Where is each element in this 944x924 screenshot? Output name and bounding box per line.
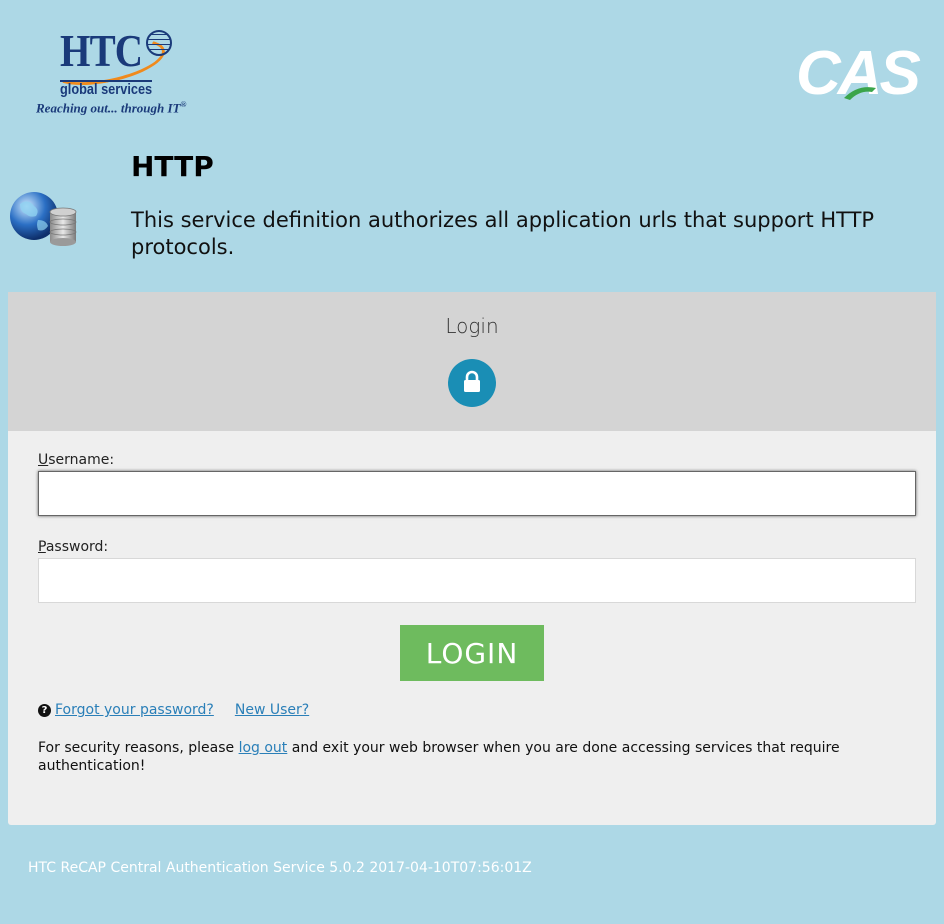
htc-logo-subtitle: global services: [60, 81, 153, 98]
forgot-password-link[interactable]: Forgot your password?: [55, 702, 214, 718]
htc-logo-letters: HTC: [60, 25, 143, 76]
htc-logo: HTC global services Reaching out... thro…: [30, 24, 200, 124]
username-label: Username:: [38, 452, 115, 468]
security-notice: For security reasons, please log out and…: [38, 740, 840, 774]
username-field[interactable]: [38, 471, 916, 516]
login-form: Login Username: Password: LOGIN ? Forgot…: [8, 292, 936, 825]
login-header: Login: [8, 292, 936, 431]
globe-icon: [146, 30, 172, 56]
header: HTC global services Reaching out... thro…: [0, 0, 944, 292]
service-title: HTTP: [131, 150, 214, 183]
cas-check-icon: [844, 87, 876, 100]
password-field[interactable]: [38, 558, 916, 603]
service-description: This service definition authorizes all a…: [131, 208, 875, 259]
password-label: Password:: [38, 539, 109, 555]
lock-icon: [448, 359, 496, 407]
globe-database-icon: [10, 192, 77, 246]
footer-version: HTC ReCAP Central Authentication Service…: [28, 860, 532, 876]
new-user-link[interactable]: New User?: [235, 702, 309, 718]
question-circle-icon: ?: [38, 703, 51, 717]
htc-logo-tagline: Reaching out... through IT®: [36, 100, 187, 116]
logout-link[interactable]: log out: [239, 740, 288, 756]
login-title: Login: [445, 314, 499, 338]
cas-logo: CAS: [796, 38, 921, 110]
help-links: ? Forgot your password? New User?: [38, 702, 309, 718]
login-button[interactable]: LOGIN: [400, 625, 544, 681]
